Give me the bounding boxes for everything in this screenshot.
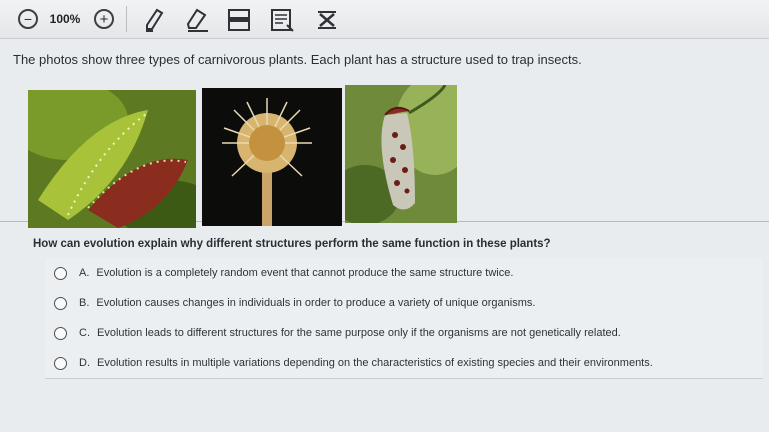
line-reader-button[interactable] [225,6,253,34]
choice-text: Evolution results in multiple variations… [97,357,653,369]
choice-text: Evolution is a completely random event t… [96,267,514,279]
pencil-button[interactable] [140,6,168,34]
choice-letter: A. [79,267,90,279]
choice-text: Evolution causes changes in individuals … [96,297,536,309]
eraser-button[interactable] [183,6,211,34]
venus-flytrap-photo [28,90,196,228]
choice-letter: C. [79,327,90,339]
choice-a[interactable]: A. Evolution is a completely random even… [45,258,763,289]
radio-button[interactable] [54,326,67,340]
pencil-icon [146,8,164,32]
choice-letter: B. [79,297,90,309]
radio-button[interactable] [54,296,67,310]
answer-eliminator-button[interactable] [313,6,341,34]
radio-button[interactable] [54,266,67,280]
toolbar: − 100% + [0,0,769,39]
zoom-in-icon: + [99,10,109,28]
zoom-out-icon: − [23,11,33,27]
zoom-in-button[interactable]: + [94,9,114,29]
toolbar-divider [126,6,127,32]
eraser-icon [186,8,208,32]
pitcher-plant-photo [345,85,457,223]
zoom-level: 100% [49,12,81,26]
radio-button[interactable] [54,356,67,370]
answer-eliminator-icon [318,11,336,29]
reference-sheet-button[interactable] [268,6,296,34]
choice-b[interactable]: B. Evolution causes changes in individua… [45,288,763,319]
zoom-out-button[interactable]: − [18,9,38,29]
reference-sheet-icon [271,9,294,32]
choice-text: Evolution leads to different structures … [97,327,621,339]
sundew-photo [202,88,342,226]
question-text: How can evolution explain why different … [33,238,551,250]
choice-d[interactable]: D. Evolution results in multiple variati… [45,348,763,379]
line-reader-icon [228,9,250,31]
question-stem: The photos show three types of carnivoro… [13,52,582,67]
choice-letter: D. [79,357,90,369]
choice-c[interactable]: C. Evolution leads to different structur… [45,318,763,349]
